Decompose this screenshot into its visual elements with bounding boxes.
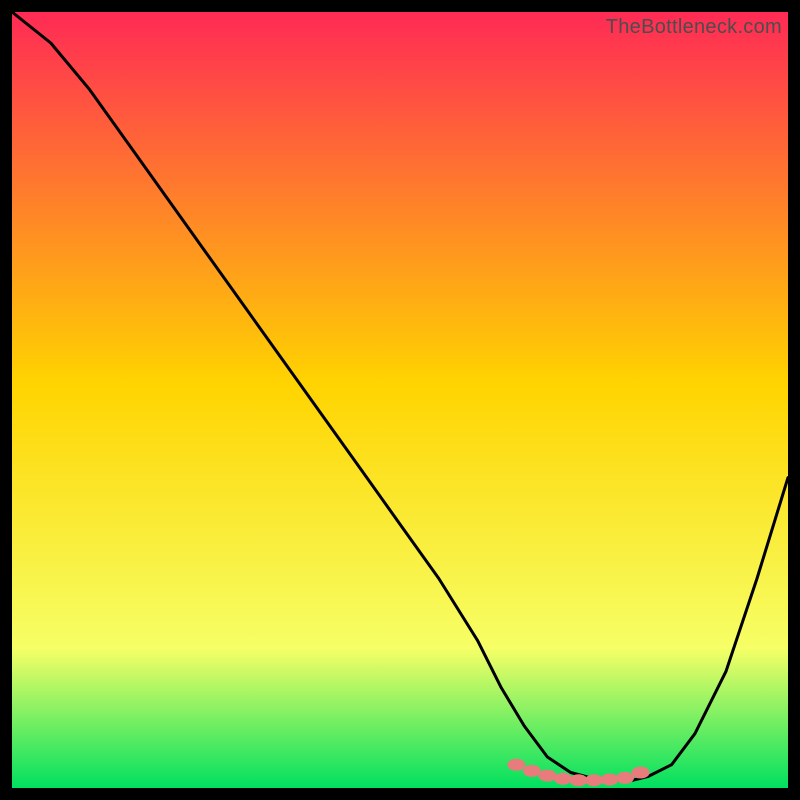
plateau-marker [507,759,525,771]
plateau-marker [523,765,541,777]
plateau-marker [538,770,556,782]
gradient-background [12,12,788,788]
plateau-marker [601,774,619,786]
watermark-text: TheBottleneck.com [606,16,782,39]
plateau-marker [585,774,603,786]
plateau-marker [570,774,588,786]
chart-frame: TheBottleneck.com [12,12,788,788]
plateau-marker [616,772,634,784]
bottleneck-chart [12,12,788,788]
plateau-marker [632,767,650,779]
plateau-marker [554,773,572,785]
